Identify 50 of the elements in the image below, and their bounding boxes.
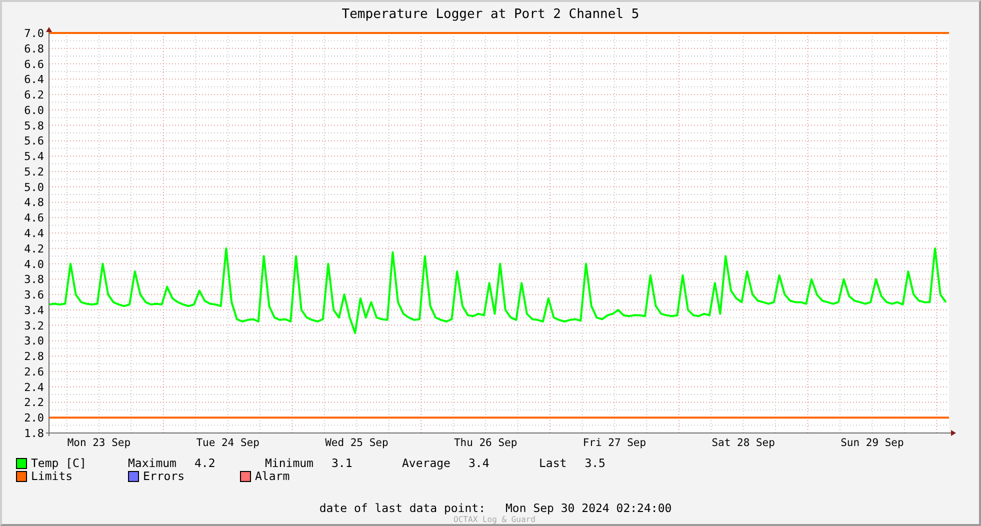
y-tick-label: 5.2 (24, 165, 44, 178)
y-tick-label: 6.0 (24, 104, 44, 117)
x-tick-label: Wed 25 Sep (325, 436, 388, 449)
x-tick-label: Sun 29 Sep (840, 436, 904, 449)
y-tick-label: 5.6 (24, 134, 44, 148)
y-tick-label: 3.2 (24, 319, 44, 332)
y-tick-label: 3.6 (24, 288, 44, 302)
x-tick-label: Fri 27 Sep (582, 436, 646, 449)
y-tick-label: 6.4 (24, 72, 44, 86)
y-tick-label: 2.2 (24, 396, 44, 409)
x-tick-label: Thu 26 Sep (454, 436, 518, 449)
y-tick-label: 4.6 (24, 211, 44, 224)
x-tick-label: Sat 28 Sep (712, 436, 775, 449)
y-tick-label: 2.4 (24, 380, 44, 394)
stat-label: Maximum (128, 457, 176, 470)
y-tick-label: 3.0 (24, 334, 44, 348)
y-tick-label: 5.4 (24, 150, 44, 163)
y-tick-label: 4.2 (24, 242, 44, 256)
y-tick-label: 6.8 (24, 42, 44, 56)
y-tick-label: 5.0 (24, 180, 44, 194)
y-tick-label: 2.6 (24, 365, 44, 378)
y-tick-label: 1.8 (24, 426, 44, 440)
last-data-label: date of last data point: (319, 501, 486, 515)
y-tick-label: 7.0 (24, 26, 44, 40)
y-tick-label: 4.0 (24, 258, 44, 271)
legend-label: Errors (143, 470, 185, 483)
legend-label: Temp [C] (31, 457, 86, 470)
y-tick-label: 3.8 (24, 272, 44, 286)
stat-label: Minimum (265, 457, 314, 470)
stat-value: 4.2 (194, 457, 216, 470)
x-tick-label: Mon 23 Sep (67, 436, 131, 449)
y-tick-label: 6.2 (24, 88, 44, 102)
y-tick-label: 2.0 (24, 411, 44, 424)
legend-label: Alarm (255, 470, 290, 483)
y-tick-label: 4.4 (24, 226, 44, 240)
stat-value: 3.1 (331, 457, 352, 470)
last-data-value: Mon Sep 30 2024 02:24:00 (506, 501, 672, 515)
stat-label: Average (402, 457, 450, 470)
signature-text: OCTAX Log & Guard (452, 515, 536, 524)
x-tick-label: Tue 24 Sep (196, 436, 260, 449)
y-tick-label: 5.8 (24, 119, 44, 132)
stat-value: 3.4 (468, 457, 490, 470)
chart-title: Temperature Logger at Port 2 Channel 5 (342, 6, 640, 24)
y-tick-label: 6.6 (24, 58, 44, 71)
y-tick-label: 4.8 (24, 196, 44, 209)
y-tick-label: 3.4 (24, 304, 44, 317)
y-tick-label: 2.8 (24, 350, 44, 363)
legend-label: Limits (31, 470, 73, 483)
stat-label: Last (539, 457, 567, 470)
stat-value: 3.5 (584, 457, 606, 470)
